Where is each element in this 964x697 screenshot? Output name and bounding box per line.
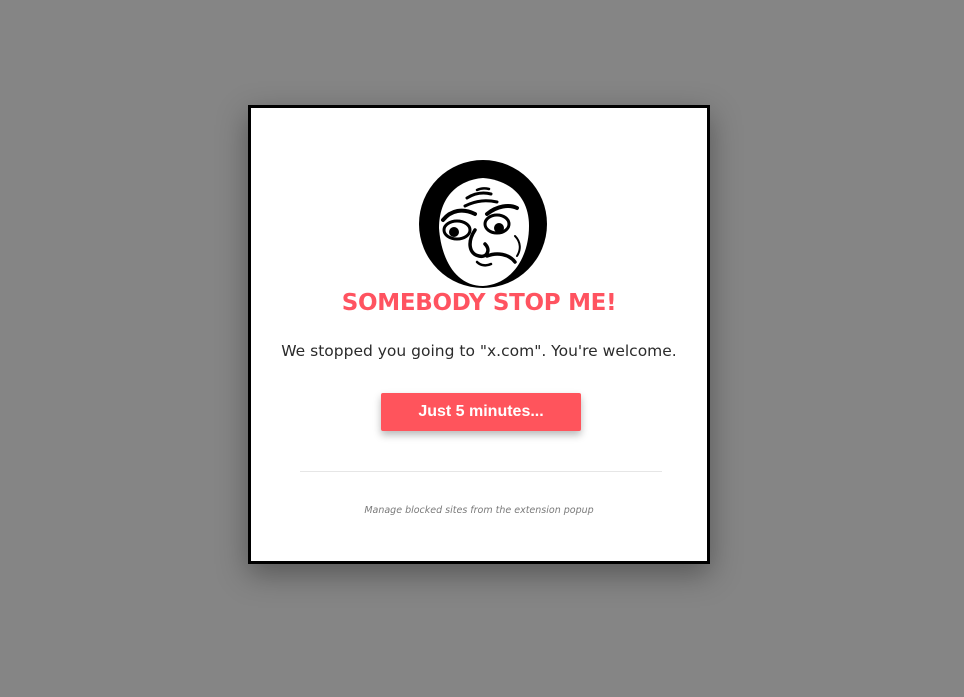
modal-title: SOMEBODY STOP ME! bbox=[341, 290, 617, 316]
divider bbox=[300, 471, 662, 472]
block-modal: SOMEBODY STOP ME! We stopped you going t… bbox=[248, 105, 710, 564]
just-5-minutes-button[interactable]: Just 5 minutes... bbox=[381, 393, 581, 431]
blocked-message: We stopped you going to "x.com". You're … bbox=[281, 342, 677, 360]
meme-face-icon bbox=[417, 158, 549, 290]
footer-note: Manage blocked sites from the extension … bbox=[364, 505, 594, 516]
